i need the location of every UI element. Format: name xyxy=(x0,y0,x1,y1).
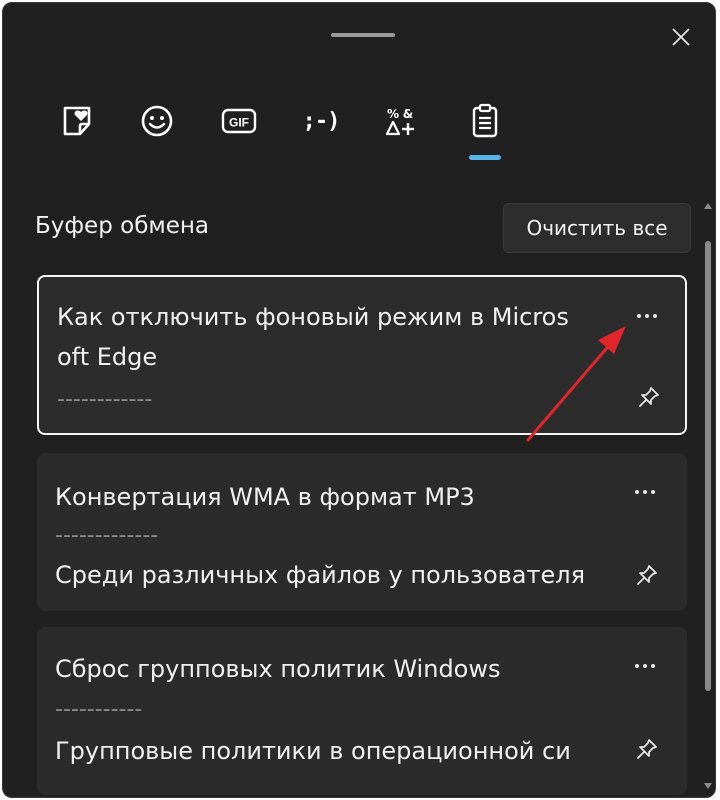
kaomoji-icon: ;-) xyxy=(302,108,341,134)
tab-kaomoji[interactable]: ;-) xyxy=(299,99,343,143)
clipboard-item[interactable]: Конвертация WMA в формат MP3 -----------… xyxy=(37,453,687,611)
tab-gif[interactable]: GIF xyxy=(217,99,261,143)
svg-text:&: & xyxy=(403,107,413,121)
clear-all-button[interactable]: Очистить все xyxy=(503,203,691,253)
tab-clipboard[interactable] xyxy=(463,99,507,143)
scroll-thumb[interactable] xyxy=(705,241,711,691)
tab-bar: GIF ;-) % & xyxy=(3,3,715,173)
gif-label: GIF xyxy=(229,116,249,130)
clipboard-item-separator: ------------ xyxy=(57,387,153,412)
tab-emoji[interactable] xyxy=(135,99,179,143)
pin-button[interactable] xyxy=(631,379,667,415)
scroll-down-arrow[interactable] xyxy=(704,783,712,789)
section-title: Буфер обмена xyxy=(35,213,210,239)
pin-button[interactable] xyxy=(629,557,665,593)
clipboard-item-text: Как отключить фоновый режим в Micros xyxy=(57,303,569,331)
clipboard-item-text: Конвертация WMA в формат MP3 xyxy=(55,483,475,511)
pin-icon xyxy=(639,387,659,407)
clipboard-item-separator: ------------- xyxy=(55,523,159,548)
scroll-up-arrow[interactable] xyxy=(704,203,712,209)
more-options-icon xyxy=(637,314,657,318)
more-options-button[interactable] xyxy=(629,301,665,331)
clipboard-item-text: Сброс групповых политик Windows xyxy=(55,655,501,683)
more-options-icon xyxy=(635,664,655,668)
gif-icon: GIF xyxy=(221,108,257,134)
pin-icon xyxy=(637,565,657,585)
pin-icon xyxy=(637,739,657,759)
more-options-button[interactable] xyxy=(627,477,663,507)
heart-sticker-icon xyxy=(63,106,91,136)
clipboard-item-text: Групповые политики в операционной си xyxy=(55,737,571,765)
selected-tab-indicator xyxy=(469,155,501,160)
smiley-icon xyxy=(141,105,173,137)
clipboard-item-separator: ----------- xyxy=(55,697,143,722)
more-options-button[interactable] xyxy=(627,651,663,681)
tab-favorites[interactable] xyxy=(55,99,99,143)
clipboard-item-text: oft Edge xyxy=(57,343,158,371)
symbols-icon: % & xyxy=(385,107,414,136)
clipboard-item[interactable]: Как отключить фоновый режим в Micros oft… xyxy=(37,275,687,435)
svg-text:%: % xyxy=(387,107,399,121)
clipboard-panel: GIF ;-) % & Буфер обмена Очистить все Ка… xyxy=(2,2,716,798)
clipboard-icon xyxy=(472,103,498,138)
scrollbar[interactable] xyxy=(703,201,713,791)
clipboard-item[interactable]: Сброс групповых политик Windows --------… xyxy=(37,627,687,795)
pin-button[interactable] xyxy=(629,731,665,767)
more-options-icon xyxy=(635,490,655,494)
tab-symbols[interactable]: % & xyxy=(379,99,423,143)
clipboard-item-text: Среди различных файлов у пользователя xyxy=(55,561,586,589)
